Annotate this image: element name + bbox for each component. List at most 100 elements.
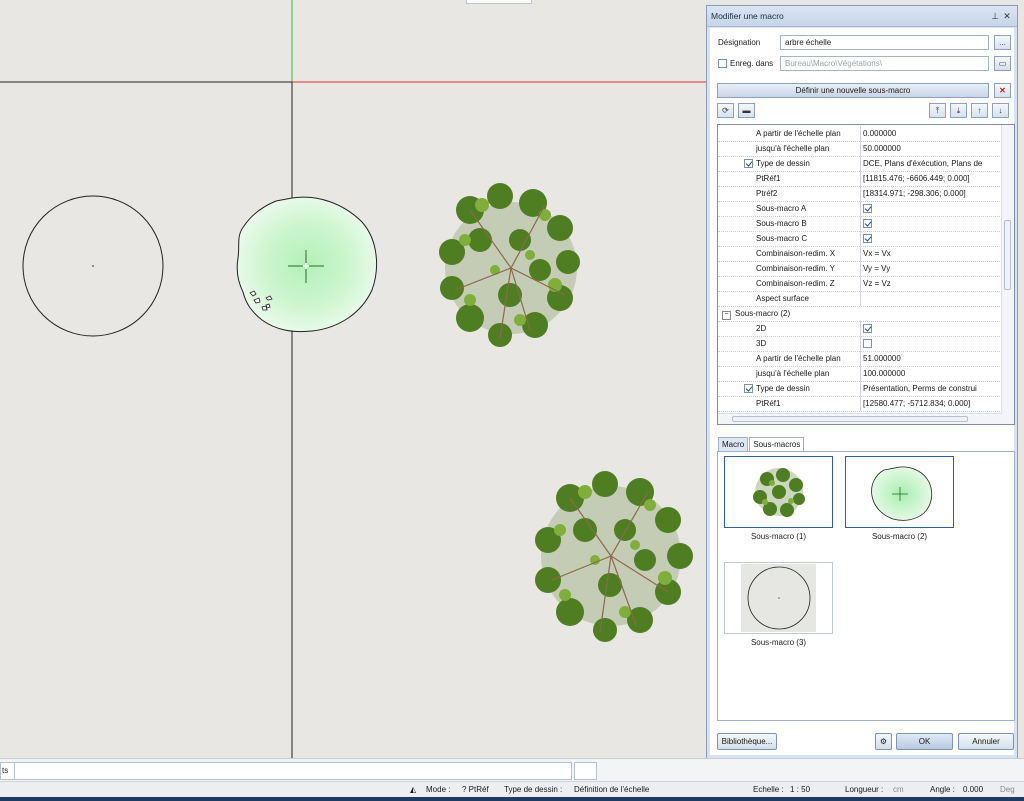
close-icon[interactable]: ✕: [1001, 11, 1013, 22]
length-label: Longueur :: [845, 785, 884, 794]
thumbnail-submacro-2[interactable]: [845, 456, 954, 528]
grid-key: Sous-macro A: [718, 201, 861, 216]
panel-titlebar[interactable]: Modifier une macro ⊥ ✕: [707, 6, 1017, 27]
library-button[interactable]: Bibliothèque...: [717, 733, 777, 750]
grid-key: Combinaison-redim. Y: [718, 261, 861, 276]
grid-group-label: Sous-macro (2): [735, 309, 791, 318]
thumbnail-label-3: Sous-macro (3): [750, 638, 807, 647]
pin-icon[interactable]: ⊥: [989, 11, 1001, 22]
sous-macro-a-checkbox[interactable]: [863, 203, 872, 213]
move-top-icon[interactable]: ⤒: [929, 103, 946, 118]
grid-row[interactable]: Sous-macro C: [718, 231, 1002, 247]
view-tab-main[interactable]: [14, 762, 572, 780]
grid-value[interactable]: [18314.971; -298.306; 0.000]: [863, 186, 1002, 201]
grid-vertical-scrollbar[interactable]: [1001, 125, 1014, 424]
view-tab-left[interactable]: ts: [0, 762, 15, 780]
type-dessin-checkbox-2[interactable]: [744, 384, 753, 394]
grid-row[interactable]: jusqu'à l'échelle plan 50.000000: [718, 141, 1002, 157]
grid-group-row[interactable]: − Sous-macro (2): [718, 306, 1002, 322]
type-dessin-checkbox[interactable]: [744, 159, 753, 169]
grid-key: jusqu'à l'échelle plan: [718, 366, 861, 381]
grid-value[interactable]: 50.000000: [863, 141, 1002, 156]
tab-macro[interactable]: Macro: [718, 437, 749, 451]
length-unit[interactable]: cm: [893, 785, 904, 794]
settings-gear-icon[interactable]: ⚙: [875, 733, 892, 750]
designation-input[interactable]: arbre échelle: [780, 35, 989, 50]
grid-value[interactable]: 51.000000: [863, 351, 1002, 366]
scrollbar-thumb[interactable]: [732, 416, 968, 422]
angle-value[interactable]: 0.000: [963, 785, 983, 794]
delete-x-icon[interactable]: ✕: [994, 83, 1011, 98]
scale-value[interactable]: 1 : 50: [790, 785, 810, 794]
grid-value[interactable]: Vx = Vx: [863, 246, 1002, 261]
designation-label: Désignation: [718, 38, 761, 47]
grid-value[interactable]: [863, 291, 1002, 306]
property-grid[interactable]: A partir de l'échelle plan 0.000000 jusqu…: [717, 124, 1015, 425]
grid-key: jusqu'à l'échelle plan: [718, 141, 861, 156]
grid-row[interactable]: Type de dessin DCE, Plans d'éxécution, Pl…: [718, 156, 1002, 172]
grid-row[interactable]: Aspect surface: [718, 291, 1002, 307]
2d-checkbox[interactable]: [863, 323, 872, 333]
drawing-canvas[interactable]: [0, 0, 706, 758]
grid-value[interactable]: [11815.476; -6606.449; 0.000]: [863, 171, 1002, 186]
grid-row[interactable]: 2D: [718, 321, 1002, 337]
thumbnail-submacro-3[interactable]: [724, 562, 833, 634]
folder-icon[interactable]: ▭: [994, 56, 1011, 71]
grid-row[interactable]: 3D: [718, 336, 1002, 352]
scale-label: Echelle :: [753, 785, 784, 794]
grid-row[interactable]: Ptréf2 [18314.971; -298.306; 0.000]: [718, 186, 1002, 202]
modify-macro-panel: Modifier une macro ⊥ ✕ Désignation arbre…: [706, 5, 1018, 759]
grid-value[interactable]: 0.000000: [863, 126, 1002, 141]
grid-key: Sous-macro B: [718, 216, 861, 231]
3d-checkbox[interactable]: [863, 338, 872, 348]
grid-value[interactable]: Présentation, Perms de construi: [863, 381, 1002, 396]
grid-row[interactable]: Sous-macro B: [718, 216, 1002, 232]
move-down-icon[interactable]: ↓: [992, 103, 1009, 118]
cancel-button[interactable]: Annuler: [958, 733, 1014, 750]
grid-row[interactable]: Combinaison-redim. Y Vy = Vy: [718, 261, 1002, 277]
grid-row[interactable]: A partir de l'échelle plan 51.000000: [718, 351, 1002, 367]
grid-value[interactable]: 100.000000: [863, 366, 1002, 381]
thumbnail-label-2: Sous-macro (2): [871, 532, 928, 541]
move-up-icon[interactable]: ↑: [971, 103, 988, 118]
grid-key: Type de dessin: [756, 159, 810, 168]
grid-row[interactable]: Sous-macro A: [718, 201, 1002, 217]
thumbnail-submacro-1[interactable]: [724, 456, 833, 528]
move-bottom-icon[interactable]: ⤓: [950, 103, 967, 118]
grid-key: Combinaison-redim. X: [718, 246, 861, 261]
refresh-icon[interactable]: ⟳: [717, 103, 734, 118]
grid-row[interactable]: A partir de l'échelle plan 0.000000: [718, 126, 1002, 142]
tree-symbol-2[interactable]: [535, 471, 693, 642]
enreg-checkbox[interactable]: [718, 59, 727, 70]
grid-row[interactable]: PtRéf1 [11815.476; -6606.449; 0.000]: [718, 171, 1002, 187]
panel-body: Désignation arbre échelle ... Enreg. dan…: [710, 28, 1015, 755]
grid-horizontal-scrollbar[interactable]: [718, 413, 1002, 424]
grid-row[interactable]: Type de dessin Présentation, Perms de con…: [718, 381, 1002, 397]
enreg-path-input[interactable]: Bureau\Macro\Végétations\: [780, 56, 989, 71]
scrollbar-thumb[interactable]: [1004, 220, 1011, 290]
grid-row[interactable]: Combinaison-redim. Z Vz = Vz: [718, 276, 1002, 292]
grid-value[interactable]: Vy = Vy: [863, 261, 1002, 276]
grid-row[interactable]: PtRéf1 [12580.477; -5712.834; 0.000]: [718, 396, 1002, 412]
ok-button[interactable]: OK: [896, 733, 953, 750]
designation-browse-button[interactable]: ...: [994, 35, 1011, 50]
windows-taskbar[interactable]: [0, 797, 1024, 801]
view-tab-small[interactable]: [574, 762, 597, 780]
edit-icon[interactable]: ▬: [738, 103, 755, 118]
grid-value[interactable]: [12580.477; -5712.834; 0.000]: [863, 396, 1002, 411]
circle-thumb-icon: [741, 564, 816, 632]
green-blob-symbol[interactable]: [236, 196, 378, 333]
collapse-icon[interactable]: −: [722, 311, 731, 320]
tree-symbol-1[interactable]: [439, 183, 580, 347]
drawing-type-value[interactable]: Définition de l'échelle: [574, 785, 649, 794]
tab-sous-macros[interactable]: Sous-macros: [749, 437, 805, 451]
grid-value[interactable]: DCE, Plans d'éxécution, Plans de: [863, 156, 1002, 171]
grid-row[interactable]: Combinaison-redim. X Vx = Vx: [718, 246, 1002, 262]
angle-unit[interactable]: Deg: [1000, 785, 1015, 794]
define-submacro-button[interactable]: Définir une nouvelle sous-macro: [717, 83, 989, 98]
sous-macro-c-checkbox[interactable]: [863, 233, 872, 243]
grid-value[interactable]: Vz = Vz: [863, 276, 1002, 291]
grid-key: A partir de l'échelle plan: [718, 351, 861, 366]
sous-macro-b-checkbox[interactable]: [863, 218, 872, 228]
grid-row[interactable]: jusqu'à l'échelle plan 100.000000: [718, 366, 1002, 382]
